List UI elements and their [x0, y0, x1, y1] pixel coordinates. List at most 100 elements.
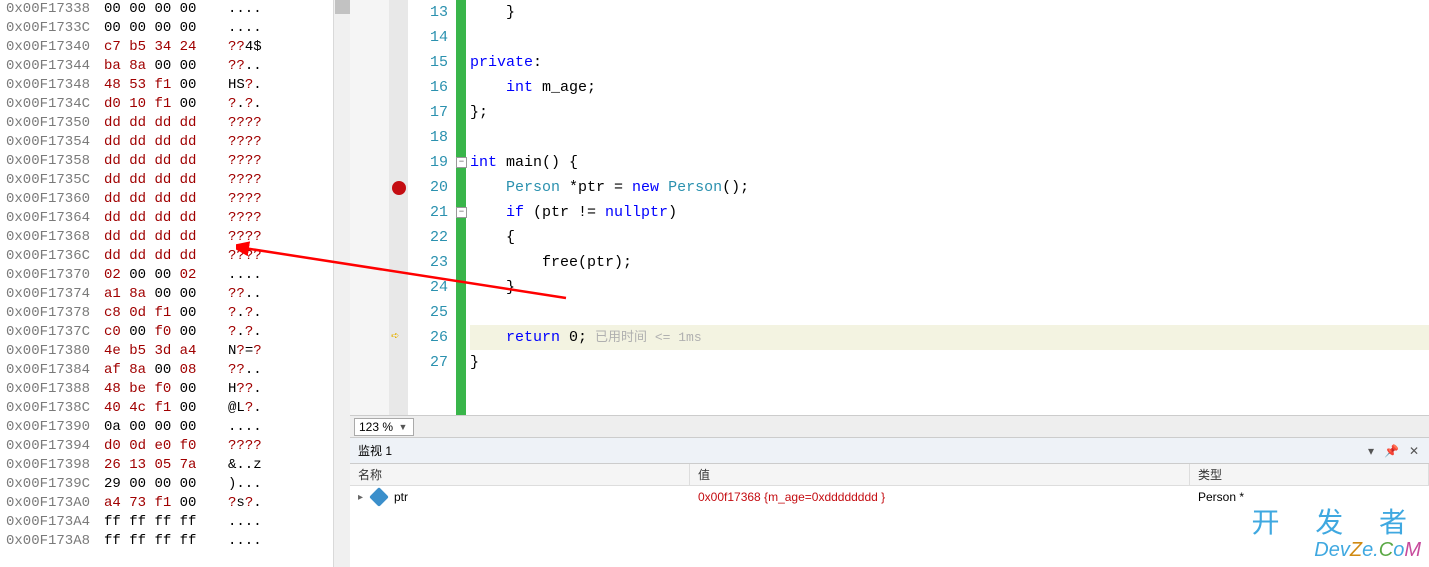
memory-row[interactable]: 0x00F1739826 13 05 7a&..z [6, 456, 344, 475]
code-line[interactable]: }; [470, 100, 1429, 125]
zoom-bar: 123 % ▼ [350, 415, 1429, 437]
memory-row[interactable]: 0x00F173900a 00 00 00.... [6, 418, 344, 437]
code-line[interactable]: } [470, 0, 1429, 25]
code-line[interactable] [470, 300, 1429, 325]
memory-bytes: 00 00 00 00 [104, 19, 216, 38]
code-line[interactable]: } [470, 275, 1429, 300]
memory-ascii: .... [228, 418, 278, 437]
code-line[interactable]: Person *ptr = new Person(); [470, 175, 1429, 200]
memory-bytes: dd dd dd dd [104, 133, 216, 152]
memory-row[interactable]: 0x00F173A0a4 73 f1 00?s?. [6, 494, 344, 513]
fold-toggle[interactable]: − [456, 157, 467, 168]
watch-titlebar: 监视 1 ▾ 📌 ✕ [350, 438, 1429, 464]
memory-row[interactable]: 0x00F1739C29 00 00 00)... [6, 475, 344, 494]
memory-address: 0x00F17398 [6, 456, 92, 475]
memory-row[interactable]: 0x00F1733800 00 00 00.... [6, 0, 344, 19]
memory-row[interactable]: 0x00F1737002 00 00 02.... [6, 266, 344, 285]
watch-type: Person * [1198, 490, 1244, 504]
memory-address: 0x00F17378 [6, 304, 92, 323]
memory-row[interactable]: 0x00F17374a1 8a 00 00??.. [6, 285, 344, 304]
close-icon[interactable]: ✕ [1407, 444, 1421, 458]
memory-row[interactable]: 0x00F17344ba 8a 00 00??.. [6, 57, 344, 76]
memory-bytes: dd dd dd dd [104, 190, 216, 209]
memory-ascii: ?.?. [228, 304, 278, 323]
memory-row[interactable]: 0x00F17384af 8a 00 08??.. [6, 361, 344, 380]
memory-bytes: 00 00 00 00 [104, 0, 216, 19]
code-area[interactable]: } private: int m_age;}; −int main() { Pers… [466, 0, 1429, 415]
memory-row[interactable]: 0x00F1733C00 00 00 00.... [6, 19, 344, 38]
memory-row[interactable]: 0x00F17350dd dd dd dd???? [6, 114, 344, 133]
memory-scrollbar[interactable] [333, 0, 350, 567]
watch-title-label: 监视 1 [358, 442, 392, 459]
memory-row[interactable]: 0x00F17340c7 b5 34 24??4$ [6, 38, 344, 57]
code-line[interactable]: } [470, 350, 1429, 375]
watch-row[interactable]: ▸ ptr 0x00f17368 {m_age=0xdddddddd } Person… [350, 486, 1429, 508]
code-line[interactable]: private: [470, 50, 1429, 75]
memory-ascii: ??.. [228, 285, 278, 304]
memory-bytes: 48 53 f1 00 [104, 76, 216, 95]
memory-row[interactable]: 0x00F17394d0 0d e0 f0???? [6, 437, 344, 456]
memory-row[interactable]: 0x00F1738C40 4c f1 00@L?. [6, 399, 344, 418]
memory-row[interactable]: 0x00F17354dd dd dd dd???? [6, 133, 344, 152]
dropdown-icon[interactable]: ▾ [1366, 444, 1376, 458]
memory-row[interactable]: 0x00F1736Cdd dd dd dd???? [6, 247, 344, 266]
memory-ascii: .... [228, 513, 278, 532]
scrollbar-thumb[interactable] [335, 0, 350, 14]
ide-root: 0x00F1733800 00 00 00....0x00F1733C00 00… [0, 0, 1429, 567]
memory-row[interactable]: 0x00F17378c8 0d f1 00?.?. [6, 304, 344, 323]
line-number: 24 [408, 275, 448, 300]
memory-row[interactable]: 0x00F173804e b5 3d a4N?=? [6, 342, 344, 361]
watch-header-name[interactable]: 名称 [350, 464, 690, 485]
pin-icon[interactable]: 📌 [1382, 444, 1401, 458]
memory-address: 0x00F17338 [6, 0, 92, 19]
memory-row[interactable]: 0x00F17358 dd dd dd dd???? [6, 152, 344, 171]
line-number: 23 [408, 250, 448, 275]
memory-ascii: ??4$ [228, 38, 278, 57]
memory-bytes: 29 00 00 00 [104, 475, 216, 494]
memory-address: 0x00F17358 [6, 152, 92, 171]
code-line[interactable]: − if (ptr != nullptr) [470, 200, 1429, 225]
memory-address: 0x00F17348 [6, 76, 92, 95]
memory-row[interactable]: 0x00F17368dd dd dd dd???? [6, 228, 344, 247]
watch-header-type[interactable]: 类型 [1190, 464, 1429, 485]
line-number: 14 [408, 25, 448, 50]
code-line[interactable]: { [470, 225, 1429, 250]
memory-address: 0x00F17370 [6, 266, 92, 285]
memory-row[interactable]: 0x00F1737Cc0 00 f0 00?.?. [6, 323, 344, 342]
memory-address: 0x00F17384 [6, 361, 92, 380]
memory-ascii: ???? [228, 152, 278, 171]
line-number: 17 [408, 100, 448, 125]
line-number: 13 [408, 0, 448, 25]
code-line[interactable]: int m_age; [470, 75, 1429, 100]
code-line[interactable]: return 0;已用时间 <= 1ms [470, 325, 1429, 350]
line-number: 22 [408, 225, 448, 250]
memory-row[interactable]: 0x00F1734848 53 f1 00HS?. [6, 76, 344, 95]
memory-bytes: d0 10 f1 00 [104, 95, 216, 114]
zoom-combo[interactable]: 123 % ▼ [354, 418, 414, 436]
expand-toggle[interactable]: ▸ [358, 492, 368, 503]
breakpoint-dot[interactable] [392, 181, 406, 195]
watch-name: ptr [394, 490, 408, 504]
outline-gutter [350, 0, 390, 415]
memory-row[interactable]: 0x00F1735Cdd dd dd dd???? [6, 171, 344, 190]
chevron-down-icon[interactable]: ▼ [397, 422, 409, 432]
memory-ascii: .... [228, 532, 278, 551]
watch-value: 0x00f17368 {m_age=0xdddddddd } [698, 490, 885, 504]
memory-row[interactable]: 0x00F17364dd dd dd dd???? [6, 209, 344, 228]
watch-header-value[interactable]: 值 [690, 464, 1190, 485]
code-line[interactable]: free(ptr); [470, 250, 1429, 275]
line-number: 26 [408, 325, 448, 350]
code-line[interactable] [470, 125, 1429, 150]
memory-row[interactable]: 0x00F173A4ff ff ff ff.... [6, 513, 344, 532]
code-line[interactable] [470, 25, 1429, 50]
memory-ascii: .... [228, 19, 278, 38]
fold-toggle[interactable]: − [456, 207, 467, 218]
breakpoint-gutter[interactable]: ➪ [390, 0, 408, 415]
memory-row[interactable]: 0x00F173A8ff ff ff ff.... [6, 532, 344, 551]
memory-row[interactable]: 0x00F1738848 be f0 00H??. [6, 380, 344, 399]
watch-panel: 监视 1 ▾ 📌 ✕ 名称 值 类型 ▸ ptr 0x00f17368 {m_age… [350, 437, 1429, 567]
code-line[interactable]: −int main() { [470, 150, 1429, 175]
memory-bytes: dd dd dd dd [104, 152, 216, 171]
memory-row[interactable]: 0x00F1734Cd0 10 f1 00?.?. [6, 95, 344, 114]
memory-row[interactable]: 0x00F17360dd dd dd dd???? [6, 190, 344, 209]
